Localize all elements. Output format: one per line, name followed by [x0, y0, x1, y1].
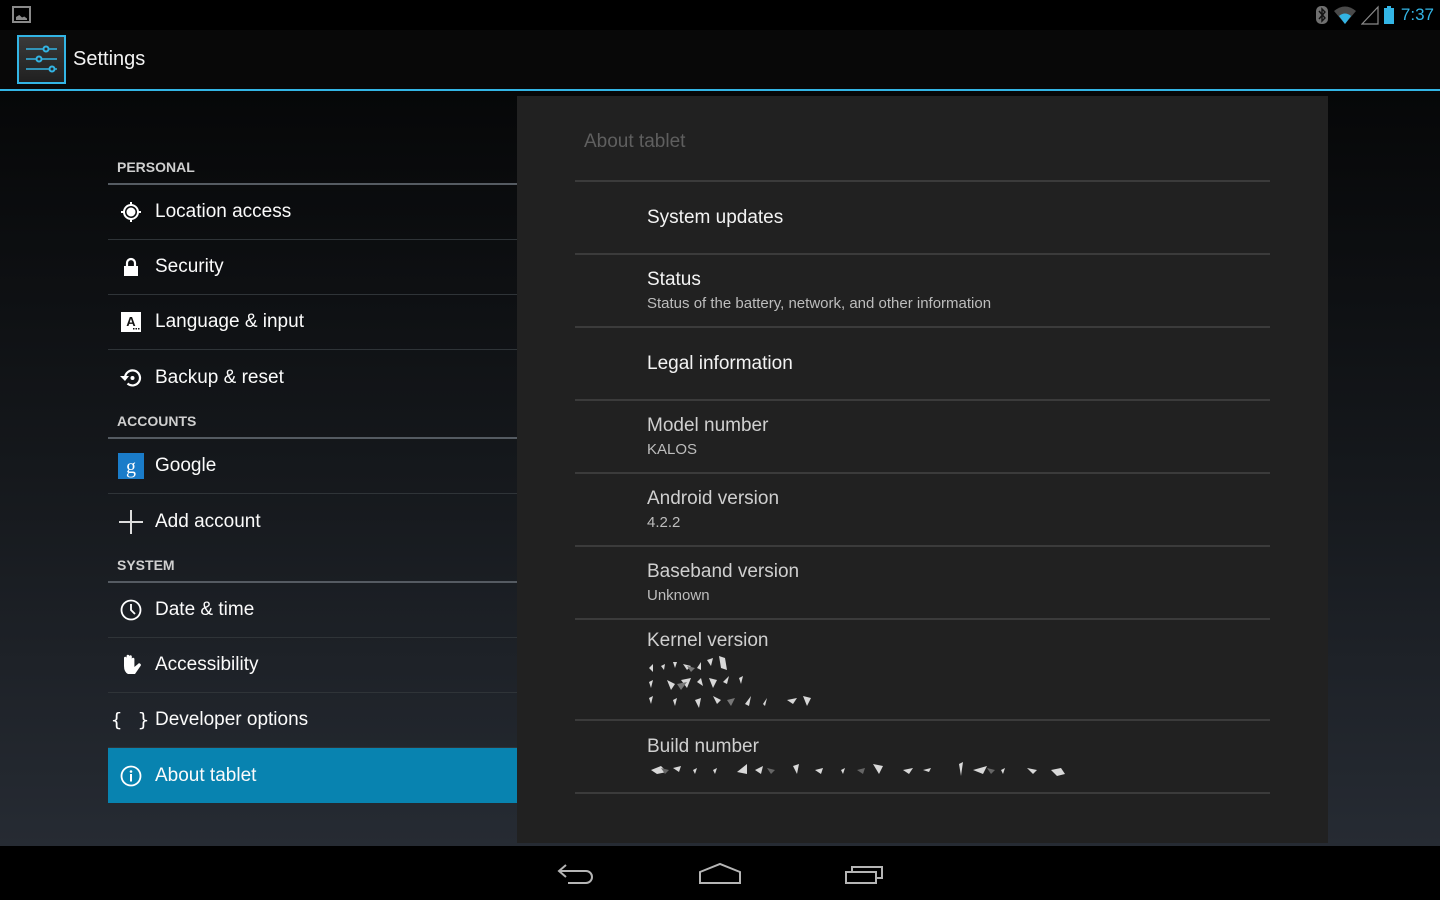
pref-status[interactable]: Status Status of the battery, network, a… [575, 255, 1270, 328]
redacted-build-number [651, 761, 1065, 776]
wifi-icon [1333, 6, 1356, 24]
sidebar-item-label: Location access [155, 201, 292, 222]
about-prefs-list: System updates Status Status of the batt… [575, 180, 1270, 794]
settings-sliders-icon[interactable] [17, 35, 66, 84]
hand-icon [108, 638, 154, 693]
sidebar-item-google[interactable]: g Google [108, 439, 517, 494]
pref-system-updates[interactable]: System updates [575, 182, 1270, 255]
bluetooth-icon [1315, 6, 1328, 24]
pref-baseband-version: Baseband version Unknown [575, 547, 1270, 620]
pref-summary: Status of the battery, network, and othe… [647, 295, 992, 312]
google-icon: g [108, 439, 154, 494]
clock-time: 7:37 [1400, 5, 1434, 24]
battery-icon [1383, 6, 1394, 24]
navigation-bar [0, 846, 1440, 900]
location-target-icon [108, 185, 154, 240]
sidebar-item-language-input[interactable]: A Language & input [108, 295, 517, 350]
recent-apps-button[interactable] [835, 856, 895, 892]
sidebar-item-location-access[interactable]: Location access [108, 185, 517, 240]
sidebar-item-developer-options[interactable]: { } Developer options [108, 693, 517, 748]
pref-legal-information[interactable]: Legal information [575, 328, 1270, 401]
pref-android-version[interactable]: Android version 4.2.2 [575, 474, 1270, 547]
plus-icon [108, 494, 154, 549]
panel-title: About tablet [584, 131, 686, 152]
sidebar-item-label: Add account [155, 510, 261, 532]
sidebar-item-label: Google [155, 455, 217, 476]
sidebar-item-label: Security [155, 256, 224, 277]
pref-title: Baseband version [647, 561, 800, 582]
category-header-personal: PERSONAL [108, 151, 517, 185]
pref-model-number: Model number KALOS [575, 401, 1270, 474]
recent-apps-icon [845, 866, 883, 884]
notification-image-icon[interactable] [12, 6, 31, 23]
pref-title: Model number [647, 415, 769, 436]
sidebar-item-label: Accessibility [155, 654, 259, 675]
status-bar: 7:37 [0, 0, 1440, 30]
pref-title: Legal information [647, 352, 793, 374]
sidebar-item-accessibility[interactable]: Accessibility [108, 638, 517, 693]
sidebar-item-label: Backup & reset [155, 366, 284, 388]
settings-content: PERSONAL Location access Security A Lang… [0, 91, 1440, 846]
language-keyboard-icon: A [108, 295, 154, 350]
home-button[interactable] [690, 856, 750, 892]
sidebar-item-backup-reset[interactable]: Backup & reset [108, 350, 517, 405]
redacted-kernel-version [649, 656, 811, 708]
braces-icon: { } [110, 709, 152, 731]
sidebar-item-date-time[interactable]: Date & time [108, 583, 517, 638]
pref-kernel-version: Kernel version [575, 620, 1270, 721]
pref-title: System updates [647, 206, 784, 228]
info-icon [108, 748, 154, 803]
about-tablet-panel: About tablet System updates Status Statu… [517, 96, 1328, 843]
sidebar-item-add-account[interactable]: Add account [108, 494, 517, 549]
pref-summary: Unknown [647, 587, 710, 604]
app-title: Settings [73, 48, 146, 70]
clock-icon [108, 583, 154, 638]
status-icons: 7:37 [1315, 4, 1434, 26]
back-icon [557, 864, 593, 884]
sidebar-item-label: Language & input [155, 311, 304, 332]
sidebar-item-label: About tablet [155, 764, 257, 786]
cell-signal-icon [1360, 5, 1379, 25]
pref-title: Kernel version [647, 630, 769, 651]
pref-summary: 4.2.2 [647, 514, 681, 531]
pref-title: Build number [647, 735, 759, 757]
sidebar-item-about-tablet[interactable]: About tablet [108, 748, 517, 803]
action-bar: Settings [0, 30, 1440, 90]
svg-text:g: g [126, 456, 136, 478]
home-icon [699, 862, 741, 884]
pref-title: Status [647, 269, 701, 290]
svg-text:A: A [126, 314, 136, 329]
category-header-system: SYSTEM [108, 549, 517, 583]
pref-build-number: Build number [575, 721, 1270, 794]
sidebar-item-security[interactable]: Security [108, 240, 517, 295]
pref-summary: KALOS [647, 441, 698, 458]
sidebar-item-label: Date & time [155, 599, 255, 620]
sidebar-item-label: Developer options [155, 709, 309, 730]
settings-headers-list: PERSONAL Location access Security A Lang… [108, 151, 517, 803]
back-button[interactable] [546, 856, 606, 892]
backup-restore-icon [108, 350, 154, 405]
pref-title: Android version [647, 488, 780, 509]
category-header-accounts: ACCOUNTS [108, 405, 517, 439]
lock-icon [108, 240, 154, 295]
